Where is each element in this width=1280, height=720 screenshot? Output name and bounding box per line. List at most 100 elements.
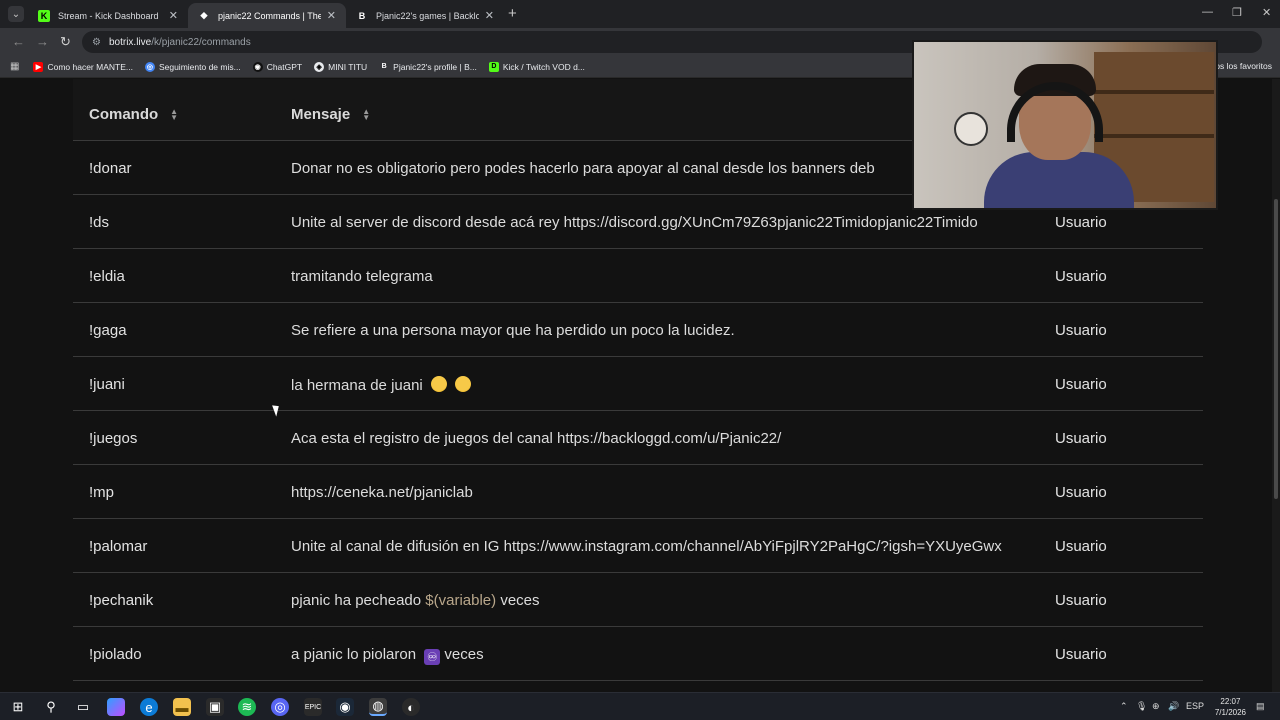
url-host: botrix.live xyxy=(108,36,152,48)
tray-chevron-icon[interactable]: ⌃ xyxy=(1120,701,1128,712)
message-text: pjanic ha pecheado xyxy=(291,592,426,609)
steam-icon[interactable]: ◉ xyxy=(336,698,354,716)
file-explorer-icon[interactable]: ▬ xyxy=(173,698,191,716)
level-cell: Usuario xyxy=(1055,484,1107,501)
window-close-icon[interactable]: ✕ xyxy=(1262,6,1271,19)
taskbar-clock[interactable]: 22:07 7/1/2026 xyxy=(1215,696,1246,718)
vod-icon: D xyxy=(488,61,499,72)
bookmark-item[interactable]: B Pjanic22's profile | B... xyxy=(379,62,477,72)
command-cell: !piolado xyxy=(89,646,142,663)
task-view-icon[interactable]: ▭ xyxy=(74,698,92,716)
command-cell: !mp xyxy=(89,484,115,501)
table-row[interactable]: !palomar Unite al canal de difusión en I… xyxy=(73,519,1203,573)
reload-icon[interactable]: ↻ xyxy=(60,34,71,50)
tab-search-icon[interactable]: ⌄ xyxy=(8,6,24,22)
table-row[interactable]: !eldia tramitando telegrama Usuario xyxy=(73,249,1203,303)
star-eyes-emoji-icon xyxy=(430,376,447,392)
message-cell: pjanic ha pecheado $(variable) veces xyxy=(291,592,1041,609)
chrome-icon[interactable]: ◍ xyxy=(369,698,387,716)
page-scrollbar[interactable] xyxy=(1272,79,1280,692)
column-header-message[interactable]: Mensaje ▲ ▼ xyxy=(291,106,370,123)
store-icon[interactable]: ▣ xyxy=(206,698,224,716)
close-icon[interactable]: ✕ xyxy=(485,9,494,22)
message-cell: tramitando telegrama xyxy=(291,268,433,285)
new-tab-plus-icon[interactable]: + xyxy=(508,5,517,22)
spotify-icon[interactable]: ≋ xyxy=(238,698,256,716)
microphone-icon[interactable]: 🎙 xyxy=(1136,701,1147,712)
network-icon[interactable]: ⊕ xyxy=(1152,701,1160,712)
webcam-person-hoodie xyxy=(984,152,1134,208)
message-cell: Unite al canal de difusión en IG https:/… xyxy=(291,538,1002,555)
windows-start-icon[interactable]: ⊞ xyxy=(9,698,27,716)
message-cell: Aca esta el registro de juegos del canal… xyxy=(291,430,782,447)
webcam-overlay xyxy=(912,40,1218,210)
table-row[interactable]: !pechanik pjanic ha pecheado $(variable)… xyxy=(73,573,1203,627)
bookmark-item[interactable]: ◈ MINI TITU xyxy=(314,61,368,72)
column-header-command[interactable]: Comando ▲ ▼ xyxy=(89,106,178,123)
bookmark-label: Pjanic22's profile | B... xyxy=(393,61,477,72)
youtube-icon: ▶ xyxy=(33,61,44,72)
bookmark-item[interactable]: ◉ ChatGPT xyxy=(252,61,303,72)
site-info-icon[interactable]: ⚙ xyxy=(92,37,101,48)
backloggd-favicon-icon: B xyxy=(358,10,366,21)
mini-titu-icon: ◈ xyxy=(314,61,325,72)
bookmark-label: ChatGPT xyxy=(266,61,303,72)
volume-icon[interactable]: 🔊 xyxy=(1168,701,1179,712)
bookmark-item[interactable]: ▶ Como hacer MANTE... xyxy=(33,61,133,72)
level-cell: Usuario xyxy=(1055,322,1107,339)
apps-grid-icon[interactable]: ▦ xyxy=(10,61,19,72)
windows-taskbar: ⊞ ⚲ ▭ e ▬ ▣ ≋ ◎ EPIC ◉ ◍ ◐ ⌃ 🎙 ⊕ 🔊 ESP 2… xyxy=(0,692,1280,720)
tab-kick-dashboard[interactable]: K Stream - Kick Dashboard ✕ xyxy=(28,3,188,28)
message-cell: a pjanic lo piolaron ♾ veces xyxy=(291,646,1041,665)
close-icon[interactable]: ✕ xyxy=(169,9,178,22)
chatgpt-icon: ◉ xyxy=(252,61,263,72)
message-cell: Unite al server de discord desde acá rey… xyxy=(291,214,978,231)
minimize-icon[interactable]: — xyxy=(1202,6,1213,18)
restore-icon[interactable]: ❐ xyxy=(1232,6,1242,19)
tab-botrix-commands[interactable]: ◆ pjanic22 Commands | The best ✕ xyxy=(188,3,346,28)
table-row[interactable]: !gaga Se refiere a una persona mayor que… xyxy=(73,303,1203,357)
level-cell: Usuario xyxy=(1055,538,1107,555)
level-cell: Usuario xyxy=(1055,268,1107,285)
tab-title: Pjanic22's games | Backloggd xyxy=(376,10,479,21)
table-row[interactable]: !juegos Aca esta el registro de juegos d… xyxy=(73,411,1203,465)
epic-games-icon[interactable]: EPIC xyxy=(304,698,322,716)
tab-backloggd[interactable]: B Pjanic22's games | Backloggd ✕ xyxy=(346,3,504,28)
sort-icon[interactable]: ▲ ▼ xyxy=(170,107,178,121)
tracking-icon: ◎ xyxy=(144,61,155,72)
command-cell: !pechanik xyxy=(89,592,154,609)
kick-favicon-icon: K xyxy=(38,9,50,22)
edge-icon[interactable]: e xyxy=(140,698,158,716)
back-arrow-icon[interactable]: ← xyxy=(12,34,25,49)
bookmark-item[interactable]: ◎ Seguimiento de mis... xyxy=(144,61,241,72)
level-cell: Usuario xyxy=(1055,592,1107,609)
command-cell: !ds xyxy=(89,214,110,231)
language-indicator[interactable]: ESP xyxy=(1186,701,1204,711)
url-path: /k/pjanic22/commands xyxy=(151,36,251,48)
bookmark-label: MINI TITU xyxy=(328,61,368,72)
bookmark-item[interactable]: D Kick / Twitch VOD d... xyxy=(488,61,585,72)
clock-date: 7/1/2026 xyxy=(1214,708,1246,717)
bookmark-label: Seguimiento de mis... xyxy=(158,61,241,72)
table-row[interactable]: !mp https://ceneka.net/pjaniclab Usuario xyxy=(73,465,1203,519)
clock-time: 22:07 xyxy=(1220,697,1241,706)
discord-icon[interactable]: ◎ xyxy=(271,698,289,716)
all-bookmarks-link[interactable]: los los favoritos xyxy=(1213,61,1272,71)
search-icon[interactable]: ⚲ xyxy=(42,698,60,716)
copilot-icon[interactable] xyxy=(107,698,125,716)
message-text: la hermana de juani xyxy=(291,377,423,394)
obs-icon[interactable]: ◐ xyxy=(402,698,420,716)
table-row[interactable]: !juani la hermana de juani Usuario xyxy=(73,357,1203,411)
scrollbar-thumb[interactable] xyxy=(1274,199,1278,499)
table-row[interactable]: !piolado a pjanic lo piolaron ♾ veces Us… xyxy=(73,627,1203,681)
infinity-emoji-icon: ♾ xyxy=(424,649,441,665)
webcam-doodle xyxy=(954,112,988,146)
column-header-label: Comando xyxy=(89,106,159,123)
close-icon[interactable]: ✕ xyxy=(327,9,336,22)
command-cell: !juegos xyxy=(89,430,138,447)
column-header-label: Mensaje xyxy=(291,106,351,123)
forward-arrow-icon[interactable]: → xyxy=(36,34,49,49)
sort-icon[interactable]: ▲ ▼ xyxy=(362,107,370,121)
notification-icon[interactable]: ▤ xyxy=(1256,701,1265,712)
level-cell: Usuario xyxy=(1055,430,1107,447)
